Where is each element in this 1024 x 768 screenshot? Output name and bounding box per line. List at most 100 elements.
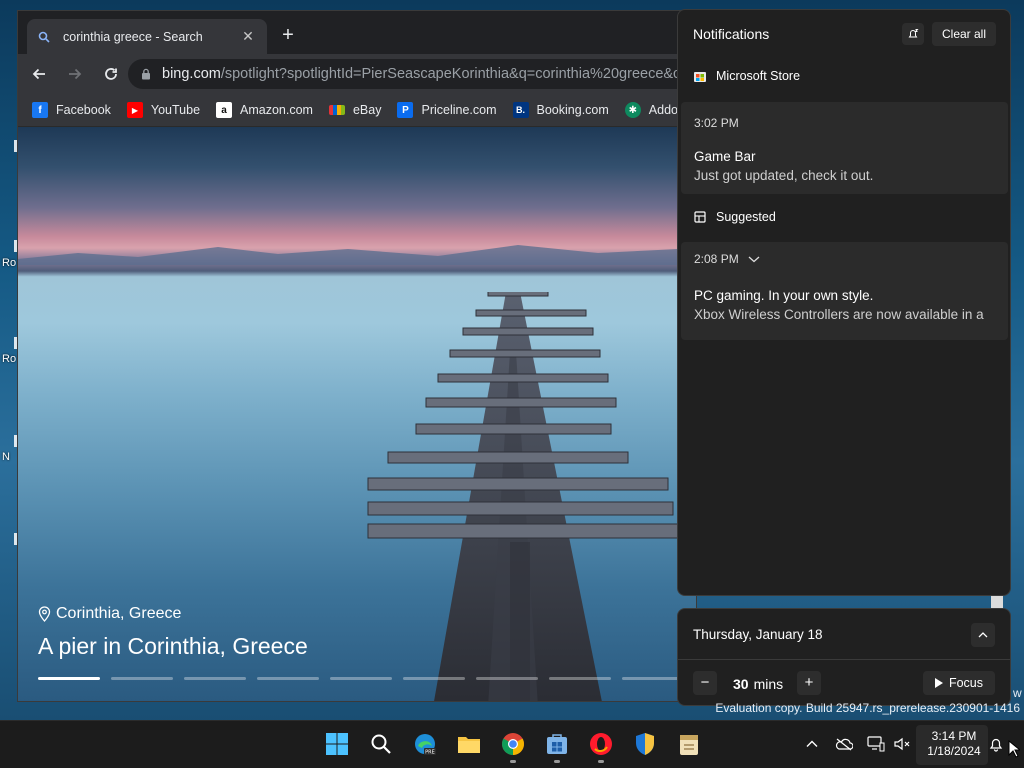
bookmark-youtube[interactable]: ▶ YouTube xyxy=(126,102,201,118)
network-icon xyxy=(867,736,885,752)
cloud-offline-icon xyxy=(835,738,853,751)
facebook-icon: f xyxy=(32,102,48,118)
do-not-disturb-button[interactable] xyxy=(902,23,924,45)
security-button[interactable] xyxy=(632,731,658,757)
store-icon xyxy=(694,72,706,82)
opera-button[interactable] xyxy=(588,731,614,757)
lock-icon[interactable] xyxy=(140,68,152,80)
notification-title: Notifications xyxy=(693,26,770,42)
booking-icon: B. xyxy=(512,102,529,118)
slide-dot[interactable] xyxy=(111,677,173,680)
notification-body: Xbox Wireless Controllers are now availa… xyxy=(694,307,984,322)
slide-dot[interactable] xyxy=(622,677,684,680)
forward-arrow-icon xyxy=(69,68,82,80)
notification-group-header: Microsoft Store xyxy=(693,69,800,83)
tab-close-icon[interactable]: ✕ xyxy=(239,28,257,45)
addons-icon: ✱ xyxy=(624,102,641,118)
chrome-icon xyxy=(502,733,524,755)
new-tab-button[interactable]: + xyxy=(276,24,300,48)
slide-dot[interactable] xyxy=(257,677,319,680)
priceline-icon: P xyxy=(397,102,414,118)
bookmark-ebay[interactable]: eBay xyxy=(328,103,381,117)
mouse-cursor-icon xyxy=(1008,740,1020,758)
notification-bell-button[interactable] xyxy=(986,733,1006,755)
notification-heading: PC gaming. In your own style. xyxy=(694,288,874,303)
store-button[interactable] xyxy=(544,731,570,757)
tray-overflow-button[interactable] xyxy=(802,733,822,755)
reload-button[interactable] xyxy=(96,59,126,89)
bookmark-label: YouTube xyxy=(150,103,201,117)
running-indicator xyxy=(554,760,560,763)
mountains-silhouette xyxy=(18,245,696,265)
amazon-icon: a xyxy=(216,102,233,118)
back-arrow-icon xyxy=(32,68,45,80)
expand-calendar-button[interactable] xyxy=(971,623,995,647)
desktop-icon-label: Ro xyxy=(2,353,17,365)
browser-tab[interactable]: corinthia greece - Search ✕ xyxy=(27,19,267,54)
svg-text:PRE: PRE xyxy=(425,750,435,756)
location-pin-icon xyxy=(38,606,51,622)
focus-duration: 30 mins xyxy=(733,676,783,692)
notification-card[interactable]: 3:02 PM Game Bar Just got updated, check… xyxy=(681,102,1008,194)
slide-dot[interactable] xyxy=(38,677,100,680)
notification-time: 3:02 PM xyxy=(694,116,739,130)
bookmark-label: Amazon.com xyxy=(240,103,313,117)
forward-button[interactable] xyxy=(60,59,90,89)
bookmark-priceline[interactable]: P Priceline.com xyxy=(397,102,497,118)
notification-card[interactable]: 2:08 PM PC gaming. In your own style. Xb… xyxy=(681,242,1008,340)
chevron-down-icon[interactable] xyxy=(747,254,761,264)
notepad-button[interactable] xyxy=(676,731,702,757)
bookmark-facebook[interactable]: f Facebook xyxy=(32,102,111,118)
notification-heading: Game Bar xyxy=(694,149,756,164)
calendar-date: Thursday, January 18 xyxy=(693,627,823,642)
opera-icon xyxy=(590,733,612,755)
notification-body: Just got updated, check it out. xyxy=(694,168,874,183)
chrome-button[interactable] xyxy=(500,731,526,757)
back-button[interactable] xyxy=(24,59,54,89)
slide-dot[interactable] xyxy=(184,677,246,680)
focus-label: Focus xyxy=(948,676,984,690)
address-url: bing.com/spotlight?spotlightId=PierSeasc… xyxy=(162,66,693,82)
clock-time: 3:14 PM xyxy=(931,729,977,743)
network-tray-icon[interactable] xyxy=(866,733,886,755)
slide-dot[interactable] xyxy=(330,677,392,680)
spotlight-location[interactable]: Corinthia, Greece xyxy=(38,605,181,623)
running-indicator xyxy=(598,760,604,763)
watermark-partial: w xyxy=(1013,686,1022,700)
notification-time-row[interactable]: 2:08 PM xyxy=(694,252,761,266)
clear-all-button[interactable]: Clear all xyxy=(932,22,996,46)
volume-muted-icon xyxy=(894,737,910,751)
browser-toolbar: bing.com/spotlight?spotlightId=PierSeasc… xyxy=(18,54,696,94)
start-button[interactable] xyxy=(324,731,350,757)
focus-minutes: 30 xyxy=(733,676,749,692)
youtube-icon: ▶ xyxy=(126,102,143,118)
divider xyxy=(678,659,1010,660)
onedrive-tray-icon[interactable] xyxy=(834,733,854,755)
increase-focus-button[interactable]: + xyxy=(797,671,821,695)
group-app-name: Microsoft Store xyxy=(716,69,801,83)
decrease-focus-button[interactable]: − xyxy=(693,671,717,695)
spotlight-page: Corinthia, Greece A pier in Corinthia, G… xyxy=(18,127,696,701)
notification-group-header: Suggested xyxy=(693,210,776,224)
tab-title: corinthia greece - Search xyxy=(63,29,203,44)
url-path: /spotlight?spotlightId=PierSeascapeKorin… xyxy=(220,66,694,82)
bookmarks-bar: f Facebook ▶ YouTube a Amazon.com eBay P… xyxy=(18,94,696,127)
slide-dot[interactable] xyxy=(476,677,538,680)
taskbar-clock[interactable]: 3:14 PM 1/18/2024 xyxy=(920,729,988,759)
focus-button[interactable]: Focus xyxy=(923,671,995,695)
address-bar[interactable]: bing.com/spotlight?spotlightId=PierSeasc… xyxy=(128,59,696,89)
tab-strip: corinthia greece - Search ✕ + xyxy=(18,11,696,54)
bookmark-amazon[interactable]: a Amazon.com xyxy=(216,102,313,118)
slide-dot[interactable] xyxy=(403,677,465,680)
file-explorer-button[interactable] xyxy=(456,731,482,757)
suggested-icon xyxy=(694,211,706,223)
bookmark-booking[interactable]: B. Booking.com xyxy=(512,102,609,118)
edge-button[interactable]: PRE xyxy=(412,731,438,757)
bell-snooze-icon xyxy=(908,29,919,38)
notification-center: Notifications Clear all Microsoft Store … xyxy=(677,9,1011,596)
search-button[interactable] xyxy=(368,731,394,757)
group-app-name: Suggested xyxy=(716,210,776,224)
slide-dot[interactable] xyxy=(549,677,611,680)
running-indicator xyxy=(510,760,516,763)
volume-tray-icon[interactable] xyxy=(892,733,912,755)
